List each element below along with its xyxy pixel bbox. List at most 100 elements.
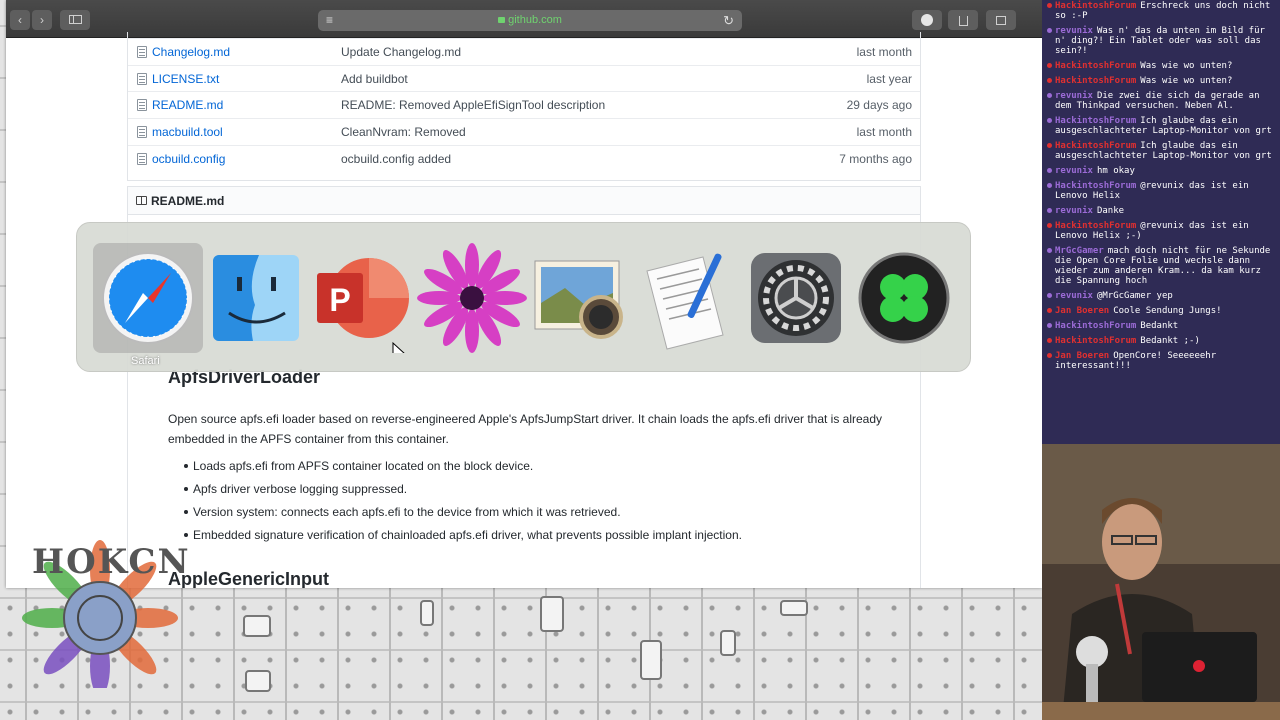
chat-username: HackintoshForum xyxy=(1055,336,1137,346)
file-icon xyxy=(137,126,147,139)
commit-age: 7 months ago xyxy=(839,151,912,166)
downloads-button[interactable] xyxy=(912,10,942,30)
chat-text: Bedankt ;-) xyxy=(1140,336,1200,346)
finder-icon xyxy=(213,255,299,341)
background-chip xyxy=(243,615,271,637)
file-row: macbuild.tool CleanNvram: Removed last m… xyxy=(128,118,920,145)
chat-text: Was wie wo unten? xyxy=(1140,76,1233,86)
chat-username: HackintoshForum xyxy=(1055,321,1137,331)
chat-message: revunix Die zwei die sich da gerade an de… xyxy=(1042,90,1280,111)
app-safari[interactable] xyxy=(93,243,203,353)
app-finder[interactable] xyxy=(201,243,311,353)
app-flower[interactable] xyxy=(417,243,527,353)
commit-age: last month xyxy=(856,125,912,140)
commit-age: 29 days ago xyxy=(846,98,912,113)
back-button[interactable]: ‹ xyxy=(10,10,30,30)
event-logo: HOKCN xyxy=(10,528,190,688)
file-row: Changelog.md Update Changelog.md last mo… xyxy=(128,38,920,65)
section-paragraph: Open source apfs.efi loader based on rev… xyxy=(168,412,883,446)
chat-username: HackintoshForum xyxy=(1055,116,1137,126)
chat-panel: HackintoshForum Erschreck uns doch nicht … xyxy=(1042,0,1280,444)
file-name-link[interactable]: Changelog.md xyxy=(152,39,230,65)
book-icon xyxy=(136,196,147,205)
user-status-dot xyxy=(1047,208,1052,213)
chat-username: revunix xyxy=(1055,26,1093,36)
chat-username: revunix xyxy=(1055,206,1093,216)
user-status-dot xyxy=(1047,78,1052,83)
logo-text: HOKCN xyxy=(32,542,191,582)
commit-message-link[interactable]: README: Removed AppleEfiSignTool descrip… xyxy=(341,92,605,118)
user-status-dot xyxy=(1047,248,1052,253)
user-status-dot xyxy=(1047,223,1052,228)
sidebar-button[interactable] xyxy=(60,10,90,30)
chat-message: HackintoshForum Erschreck uns doch nicht … xyxy=(1042,0,1280,21)
speaker-video xyxy=(1042,444,1280,720)
user-status-dot xyxy=(1047,143,1052,148)
chat-username: revunix xyxy=(1055,166,1093,176)
chat-message: HackintoshForum Was wie wo unten? xyxy=(1042,75,1280,86)
section-heading: AppleGenericInput xyxy=(168,569,330,588)
list-item: Loads apfs.efi from APFS container locat… xyxy=(184,456,884,479)
app-textedit[interactable] xyxy=(633,243,743,353)
address-bar[interactable]: ≡ github.com ↻ xyxy=(318,10,742,31)
chat-text: hm okay xyxy=(1096,166,1135,176)
powerpoint-icon: P xyxy=(317,258,409,362)
file-row: LICENSE.txt Add buildbot last year xyxy=(128,64,920,92)
clover-icon xyxy=(858,252,950,344)
commit-message-link[interactable]: CleanNvram: Removed xyxy=(341,119,466,145)
app-system-preferences[interactable] xyxy=(741,243,851,353)
chat-message: HackintoshForum @revunix das ist ein Leno… xyxy=(1042,220,1280,241)
forward-button[interactable]: › xyxy=(32,10,52,30)
system-preferences-icon xyxy=(751,253,841,343)
user-status-dot xyxy=(1047,308,1052,313)
background-chip xyxy=(420,600,434,626)
file-icon xyxy=(137,72,147,85)
user-status-dot xyxy=(1047,63,1052,68)
background-chip xyxy=(640,640,662,680)
reader-icon[interactable]: ≡ xyxy=(326,10,333,31)
file-icon xyxy=(137,152,147,165)
sidebar-icon xyxy=(68,15,82,24)
preview-icon xyxy=(534,260,623,339)
share-button[interactable] xyxy=(948,10,978,30)
chat-username: Jan Boeren xyxy=(1055,351,1110,361)
file-name-link[interactable]: ocbuild.config xyxy=(152,146,225,172)
commit-message-link[interactable]: Update Changelog.md xyxy=(341,39,461,65)
safari-icon xyxy=(102,252,194,344)
app-powerpoint[interactable]: P xyxy=(309,243,419,362)
background-chip xyxy=(245,670,271,692)
background-chip xyxy=(540,596,564,632)
flower-app-icon xyxy=(417,243,527,353)
reload-icon[interactable]: ↻ xyxy=(723,10,734,31)
chat-username: revunix xyxy=(1055,91,1093,101)
commit-message-link[interactable]: Add buildbot xyxy=(341,66,408,92)
file-name-link[interactable]: README.md xyxy=(152,92,223,118)
chat-message: revunix @MrGcGamer yep xyxy=(1042,290,1280,301)
tabs-icon xyxy=(996,16,1006,25)
file-name-link[interactable]: LICENSE.txt xyxy=(152,66,219,92)
user-status-dot xyxy=(1047,3,1052,8)
chat-text: Coole Sendung Jungs! xyxy=(1113,306,1222,316)
file-icon xyxy=(137,99,147,112)
app-clover[interactable] xyxy=(849,243,959,353)
chat-message: HackintoshForum Bedankt xyxy=(1042,320,1280,331)
commit-message-link[interactable]: ocbuild.config added xyxy=(341,146,451,172)
tabs-button[interactable] xyxy=(986,10,1016,30)
speaker-figure xyxy=(1042,444,1280,720)
user-status-dot xyxy=(1047,118,1052,123)
list-item: Embedded signature verification of chain… xyxy=(184,525,884,548)
chat-message: MrGcGamer mach doch nicht für ne Sekunde … xyxy=(1042,245,1280,286)
chat-message: revunix hm okay xyxy=(1042,165,1280,176)
app-preview[interactable] xyxy=(525,243,635,353)
chat-message: HackintoshForum Bedankt ;-) xyxy=(1042,335,1280,346)
chat-username: HackintoshForum xyxy=(1055,141,1137,151)
svg-text:P: P xyxy=(329,282,350,318)
list-item: Apfs driver verbose logging suppressed. xyxy=(184,479,884,502)
chat-message: HackintoshForum Was wie wo unten? xyxy=(1042,60,1280,71)
chat-message: Jan Boeren Coole Sendung Jungs! xyxy=(1042,305,1280,316)
user-status-dot xyxy=(1047,353,1052,358)
file-name-link[interactable]: macbuild.tool xyxy=(152,119,223,145)
background-chip xyxy=(780,600,808,616)
readme-header: README.md xyxy=(128,187,920,215)
chat-username: revunix xyxy=(1055,291,1093,301)
